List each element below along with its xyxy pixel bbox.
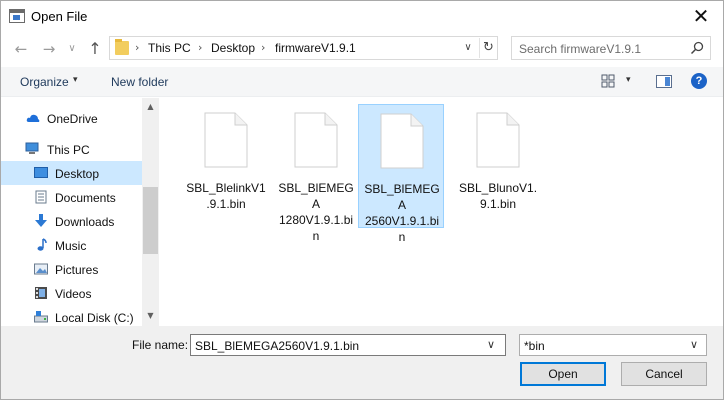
scroll-up-arrow-icon[interactable]: ▲ (142, 98, 159, 115)
sidebar-item-desktop[interactable]: Desktop (1, 161, 142, 185)
sidebar-item-label: This PC (47, 143, 90, 157)
breadcrumb-desktop[interactable]: Desktop (211, 41, 255, 55)
forward-arrow-icon[interactable]: → (39, 39, 59, 59)
videos-icon (35, 287, 47, 299)
sidebar-item-label: Local Disk (C:) (55, 311, 134, 325)
sidebar-item-label: OneDrive (47, 112, 98, 126)
desktop-icon (34, 167, 48, 178)
dialog-title: Open File (31, 9, 88, 24)
file-name-value: SBL_BlEMEGA2560V1.9.1.bin (195, 339, 360, 353)
file-item[interactable]: SBL_BlelinkV1 .9.1.bin (183, 104, 269, 228)
breadcrumb-this-pc[interactable]: This PC (148, 41, 191, 55)
sidebar-item-onedrive[interactable]: OneDrive (1, 106, 142, 130)
file-icon (380, 113, 424, 169)
file-name-line: 2560V1.9.1.bi (364, 214, 440, 228)
file-list: SBL_BlelinkV1 .9.1.bin SBL_BlEMEGA 1280V… (159, 98, 723, 326)
computer-icon (25, 142, 39, 154)
sidebar-item-label: Desktop (55, 167, 100, 181)
command-toolbar: Organize ▾ New folder ▾ ? (1, 67, 723, 97)
cloud-icon (26, 114, 40, 122)
sidebar-item-music[interactable]: Music (1, 233, 142, 257)
file-name-line: 1280V1.9.1.bi (278, 213, 354, 227)
close-icon[interactable]: ✕ (679, 1, 723, 32)
back-arrow-icon[interactable]: ← (11, 39, 31, 59)
sidebar-item-this-pc[interactable]: This PC (1, 137, 142, 161)
folder-icon (115, 39, 129, 55)
recent-locations-chevron-icon[interactable]: ∨ (65, 40, 79, 58)
help-icon[interactable]: ? (691, 73, 707, 89)
pictures-icon (34, 263, 48, 275)
organize-chevron-down-icon[interactable]: ▾ (73, 75, 78, 85)
file-name-chevron-down-icon[interactable]: ∨ (487, 338, 495, 351)
file-name-line: SBL_BlEMEGA (278, 181, 354, 211)
up-arrow-icon[interactable]: ↑ (85, 38, 105, 60)
file-type-select[interactable]: *bin ∨ (519, 334, 707, 356)
scrollbar-thumb[interactable] (143, 187, 158, 254)
breadcrumb-separator-icon[interactable]: › (261, 41, 265, 54)
navigation-scrollbar[interactable]: ▲ ▼ (142, 98, 159, 326)
download-icon (35, 214, 47, 227)
search-icon[interactable] (690, 41, 704, 55)
sidebar-item-label: Videos (55, 287, 92, 301)
file-item[interactable]: SBL_BlunoV1. 9.1.bin (455, 104, 541, 228)
view-options-chevron-down-icon[interactable]: ▾ (626, 75, 631, 85)
file-name: SBL_BlelinkV1 .9.1.bin (185, 180, 267, 212)
music-icon (37, 238, 47, 251)
breadcrumb-firmware[interactable]: firmwareV1.9.1 (275, 41, 356, 55)
sidebar-item-label: Pictures (55, 263, 99, 277)
address-bar[interactable]: › This PC › Desktop › firmwareV1.9.1 ∨ ↻ (109, 36, 498, 60)
sidebar-item-label: Music (55, 239, 87, 253)
breadcrumb-separator-icon[interactable]: › (135, 41, 139, 54)
cancel-button[interactable]: Cancel (621, 362, 707, 386)
file-item[interactable]: SBL_BlEMEGA 1280V1.9.1.bi n (273, 104, 359, 243)
sidebar-item-documents[interactable]: Documents (1, 185, 142, 209)
file-name: SBL_BlunoV1. 9.1.bin (457, 180, 539, 212)
file-icon (476, 112, 520, 168)
file-name-line: .9.1.bin (206, 197, 246, 211)
change-view-icon[interactable] (601, 74, 615, 88)
navigation-pane: OneDrive This PC Desktop Documents Downl… (1, 98, 159, 326)
file-name-line: SBL_BlEMEGA (364, 182, 440, 212)
file-item-selected[interactable]: SBL_BlEMEGA 2560V1.9.1.bi n (358, 104, 444, 244)
file-name: SBL_BlEMEGA 1280V1.9.1.bi n (275, 180, 357, 244)
organize-button[interactable]: Organize (20, 75, 69, 89)
new-folder-button[interactable]: New folder (111, 75, 168, 89)
preview-pane-icon[interactable] (656, 75, 672, 88)
file-name-line: n (398, 230, 406, 244)
open-button[interactable]: Open (520, 362, 606, 386)
dialog-window-icon (9, 9, 25, 23)
file-name-input[interactable]: SBL_BlEMEGA2560V1.9.1.bin ∨ (190, 334, 506, 356)
sidebar-item-downloads[interactable]: Downloads (1, 209, 142, 233)
file-name-label: File name: (132, 338, 189, 352)
search-placeholder: Search firmwareV1.9.1 (519, 42, 642, 56)
file-name: SBL_BlEMEGA 2560V1.9.1.bi n (361, 181, 443, 245)
file-name-line: n (312, 229, 320, 243)
disk-icon (34, 311, 48, 323)
file-icon (294, 112, 338, 168)
address-dropdown-chevron-icon[interactable]: ∨ (460, 39, 476, 57)
file-type-chevron-down-icon[interactable]: ∨ (690, 338, 698, 351)
file-name-line: SBL_BlunoV1. (458, 181, 538, 195)
open-file-dialog: Open File ✕ ← → ∨ ↑ › This PC › Desktop … (0, 0, 724, 400)
file-icon (204, 112, 248, 168)
sidebar-item-label: Documents (55, 191, 116, 205)
scroll-down-arrow-icon[interactable]: ▼ (142, 307, 159, 324)
file-name-line: 9.1.bin (479, 197, 517, 211)
sidebar-item-label: Downloads (55, 215, 115, 229)
refresh-icon[interactable]: ↻ (479, 38, 497, 58)
sidebar-item-pictures[interactable]: Pictures (1, 257, 142, 281)
search-input[interactable]: Search firmwareV1.9.1 (511, 36, 711, 60)
documents-icon (35, 190, 47, 204)
file-type-value: *bin (524, 339, 545, 353)
breadcrumb-separator-icon[interactable]: › (198, 41, 202, 54)
dialog-footer: File name: SBL_BlEMEGA2560V1.9.1.bin ∨ *… (1, 326, 723, 399)
sidebar-item-videos[interactable]: Videos (1, 281, 142, 305)
file-name-line: SBL_BlelinkV1 (186, 181, 266, 195)
title-bar: Open File ✕ (1, 1, 723, 32)
